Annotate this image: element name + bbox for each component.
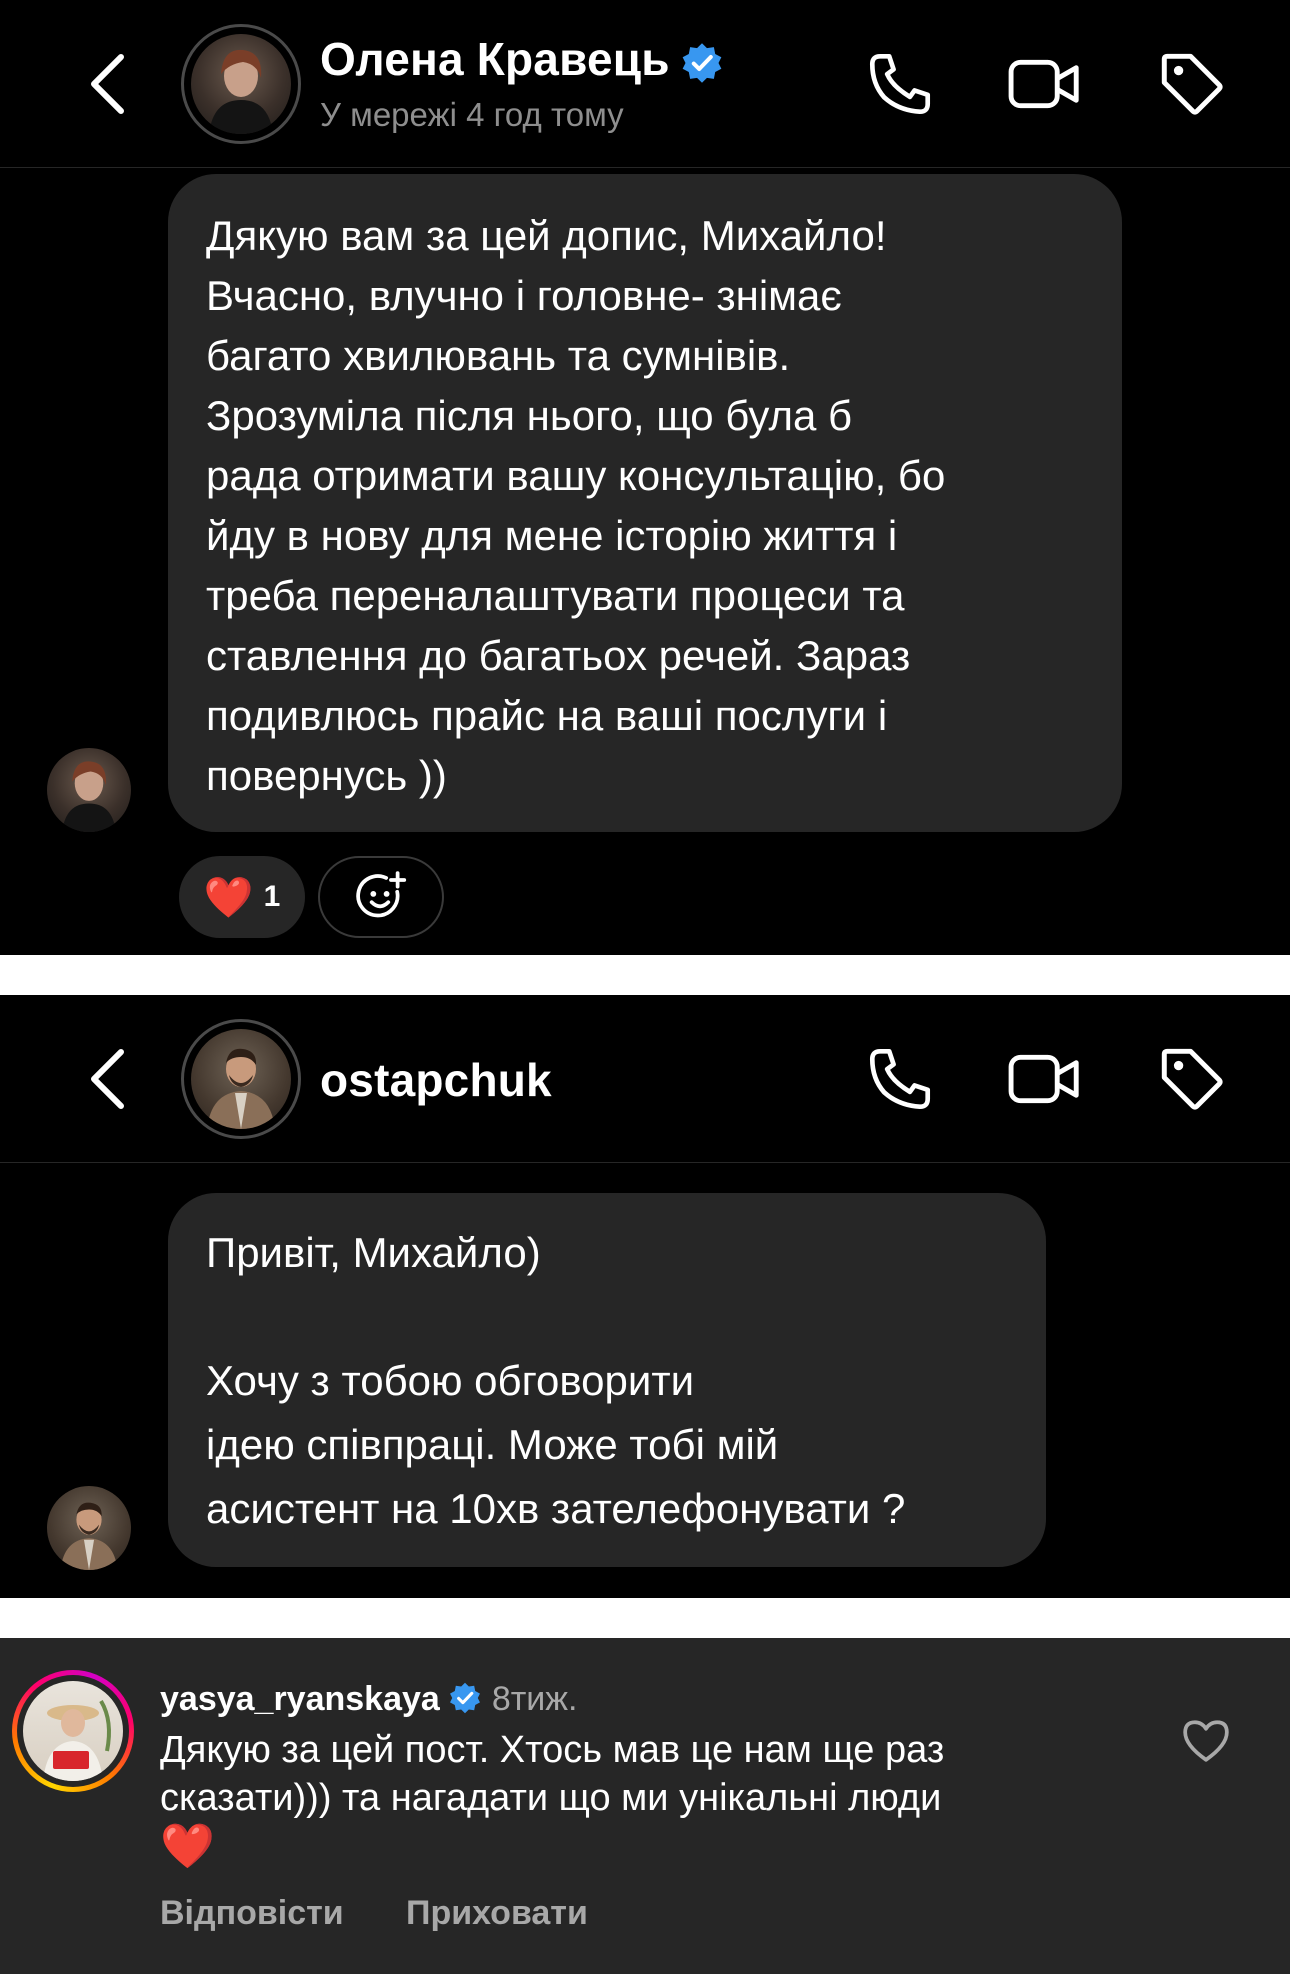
- tag-icon: [1161, 53, 1223, 115]
- comment-body: Дякую за цей пост. Хтось мав це нам ще р…: [160, 1726, 1100, 1873]
- comment-text: Дякую за цей пост. Хтось мав це нам ще р…: [160, 1729, 945, 1819]
- contact-name[interactable]: ostapchuk: [320, 1053, 552, 1107]
- reaction-heart-pill[interactable]: ❤️ 1: [179, 856, 305, 938]
- back-button[interactable]: [80, 1045, 134, 1113]
- avatar[interactable]: [181, 1019, 301, 1139]
- sender-avatar[interactable]: [47, 1486, 131, 1570]
- back-button[interactable]: [80, 50, 134, 118]
- comment-username[interactable]: yasya_ryanskaya: [160, 1680, 440, 1718]
- comment-emoji: ❤️: [160, 1822, 215, 1871]
- avatar-image: [191, 1029, 291, 1129]
- add-emoji-icon: [356, 871, 407, 918]
- video-call-button[interactable]: [1005, 1039, 1085, 1119]
- contact-status: У мережі 4 год тому: [320, 96, 624, 133]
- video-call-button[interactable]: [1005, 44, 1085, 124]
- heart-outline-icon: [1183, 1720, 1229, 1762]
- phone-icon: [869, 1048, 931, 1110]
- comment-timestamp: 8тиж.: [491, 1680, 578, 1718]
- verified-badge-icon: [449, 1682, 480, 1714]
- reply-button[interactable]: Відповісти: [160, 1894, 344, 1933]
- message-bubble[interactable]: Привіт, Михайло) Хочу з тобою обговорити…: [168, 1193, 1046, 1567]
- message-bubble[interactable]: Дякую вам за цей допис, Михайло! Вчасно,…: [168, 174, 1122, 832]
- avatar-image: [191, 34, 291, 134]
- chevron-left-icon: [91, 1049, 124, 1109]
- verified-badge-icon: [682, 43, 722, 83]
- reaction-count: 1: [263, 880, 281, 913]
- tag-button[interactable]: [1152, 44, 1232, 124]
- tag-icon: [1161, 1048, 1223, 1110]
- contact-name[interactable]: Олена Кравець: [320, 32, 724, 86]
- phone-icon: [869, 53, 931, 115]
- sender-avatar[interactable]: [47, 748, 131, 832]
- call-button[interactable]: [860, 1039, 940, 1119]
- heart-emoji: ❤️: [203, 875, 254, 920]
- tag-button[interactable]: [1152, 1039, 1232, 1119]
- chat-panel-ostapchuk: ostapchuk Привіт, Михайло) Хочу з тобою …: [0, 995, 1290, 1598]
- like-comment-button[interactable]: [1176, 1710, 1236, 1770]
- video-camera-icon: [1008, 1054, 1079, 1104]
- chevron-left-icon: [91, 54, 124, 114]
- comment-avatar-story-ring[interactable]: [12, 1670, 134, 1792]
- comment-header: yasya_ryanskaya 8тиж.: [160, 1680, 578, 1719]
- comment-panel: yasya_ryanskaya 8тиж. Дякую за цей пост. …: [0, 1638, 1290, 1974]
- avatar[interactable]: [181, 24, 301, 144]
- call-button[interactable]: [860, 44, 940, 124]
- chat-header: Олена Кравець У мережі 4 год тому: [0, 0, 1290, 168]
- chat-header: ostapchuk: [0, 995, 1290, 1163]
- contact-name-text: Олена Кравець: [320, 33, 670, 85]
- video-camera-icon: [1008, 59, 1079, 109]
- comment-avatar: [23, 1681, 123, 1781]
- add-reaction-button[interactable]: [318, 856, 444, 938]
- hide-button[interactable]: Приховати: [406, 1894, 588, 1933]
- chat-panel-olena: Олена Кравець У мережі 4 год тому Дякую …: [0, 0, 1290, 955]
